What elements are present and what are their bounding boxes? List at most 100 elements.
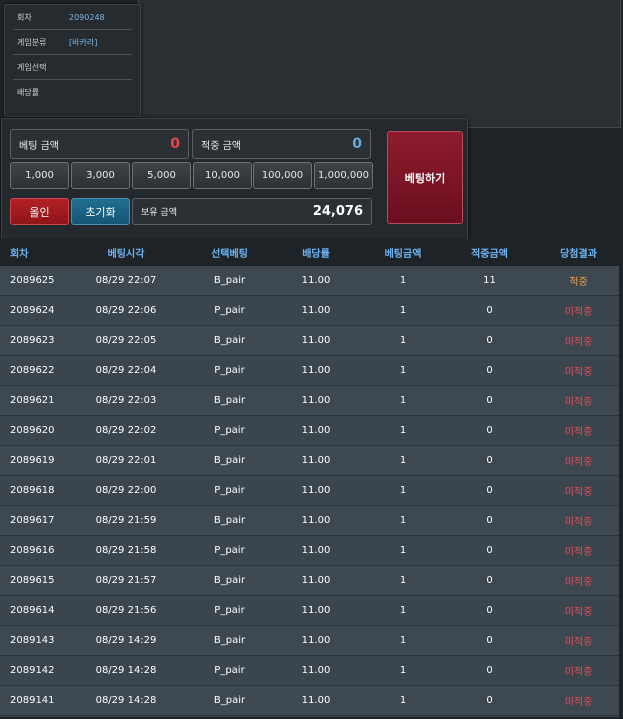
- cell-bet-amount: 1: [399, 575, 407, 586]
- bet-amount-field[interactable]: 베팅 금액 0: [10, 129, 189, 159]
- cell-bet-amount: 1: [399, 485, 407, 496]
- game-display-panel: [138, 0, 621, 128]
- balance-value: 24,076: [312, 204, 363, 219]
- cell-result: 미적중: [564, 337, 593, 348]
- cell-odds: 11.00: [301, 515, 331, 526]
- cell-round: 2089141: [10, 695, 55, 706]
- cell-win-amount: 0: [486, 545, 493, 556]
- bet-amount-value: 0: [170, 136, 180, 152]
- cell-win-amount: 0: [486, 485, 493, 496]
- cell-win-amount: 0: [486, 575, 493, 586]
- cell-round: 2089614: [10, 605, 55, 616]
- cell-round: 2089620: [10, 425, 55, 436]
- cell-result: 미적중: [564, 367, 593, 378]
- cell-win-amount: 0: [486, 425, 493, 436]
- win-amount-field: 적중 금액 0: [192, 129, 371, 159]
- cell-round: 2089143: [10, 635, 55, 646]
- cell-selection: P_pair: [214, 665, 245, 676]
- category-value: [바카라]: [69, 37, 98, 47]
- cell-bet-time: 08/29 21:58: [95, 545, 157, 556]
- cell-result: 미적중: [564, 517, 593, 528]
- table-row: 2089618 08/29 22:00 P_pair 11.00 1 0 미적중: [0, 476, 619, 506]
- chip-3000-button[interactable]: 3,000: [71, 162, 130, 189]
- cell-selection: B_pair: [213, 635, 246, 646]
- win-amount-label: 적중 금액: [201, 140, 241, 152]
- place-bet-button[interactable]: 베팅하기: [387, 131, 463, 224]
- cell-bet-amount: 1: [399, 365, 407, 376]
- chip-1000-button[interactable]: 1,000: [10, 162, 69, 189]
- cell-bet-time: 08/29 22:05: [95, 335, 157, 346]
- balance-field: 보유 금액 24,076: [132, 198, 372, 225]
- cell-bet-amount: 1: [399, 695, 407, 706]
- chip-1000000-button[interactable]: 1,000,000: [314, 162, 373, 189]
- cell-bet-time: 08/29 21:59: [95, 515, 157, 526]
- table-row: 2089623 08/29 22:05 B_pair 11.00 1 0 미적중: [0, 326, 619, 356]
- chip-10000-button[interactable]: 10,000: [193, 162, 252, 189]
- cell-bet-time: 08/29 14:28: [95, 695, 157, 706]
- header-bet-amount: 베팅금액: [384, 249, 422, 260]
- cell-selection: B_pair: [213, 395, 246, 406]
- win-amount-value: 0: [352, 136, 362, 152]
- cell-result: 미적중: [564, 637, 593, 648]
- header-round: 회차: [10, 249, 29, 260]
- chip-100000-button[interactable]: 100,000: [253, 162, 312, 189]
- cell-odds: 11.00: [301, 665, 331, 676]
- reset-button[interactable]: 초기화: [71, 198, 130, 225]
- round-value: 2090248: [69, 12, 105, 22]
- cell-bet-amount: 1: [399, 395, 407, 406]
- table-row: 2089620 08/29 22:02 P_pair 11.00 1 0 미적중: [0, 416, 619, 446]
- table-row: 2089614 08/29 21:56 P_pair 11.00 1 0 미적중: [0, 596, 619, 626]
- header-odds: 배당률: [302, 249, 330, 260]
- cell-result: 미적중: [564, 307, 593, 318]
- cell-win-amount: 0: [486, 635, 493, 646]
- cell-selection: B_pair: [213, 335, 246, 346]
- cell-bet-amount: 1: [399, 515, 407, 526]
- select-label: 게임선택: [17, 62, 47, 72]
- cell-bet-amount: 1: [399, 335, 407, 346]
- cell-round: 2089618: [10, 485, 55, 496]
- odds-label: 배당률: [17, 88, 40, 97]
- header-win-amount: 적중금액: [471, 249, 508, 260]
- table-row: 2089615 08/29 21:57 B_pair 11.00 1 0 미적중: [0, 566, 619, 596]
- balance-label: 보유 금액: [141, 208, 177, 218]
- cell-win-amount: 0: [486, 695, 493, 706]
- cell-odds: 11.00: [301, 425, 331, 436]
- cell-bet-amount: 1: [399, 305, 407, 316]
- cell-odds: 11.00: [301, 635, 331, 646]
- cell-odds: 11.00: [301, 485, 331, 496]
- cell-bet-amount: 1: [399, 605, 407, 616]
- cell-odds: 11.00: [301, 455, 331, 466]
- chip-5000-button[interactable]: 5,000: [132, 162, 191, 189]
- cell-odds: 11.00: [301, 305, 331, 316]
- cell-round: 2089617: [10, 515, 55, 526]
- cell-round: 2089621: [10, 395, 55, 406]
- table-row: 2089622 08/29 22:04 P_pair 11.00 1 0 미적중: [0, 356, 619, 386]
- game-info-card: 회차 2090248 게임분류 [바카라] 게임선택 배당률: [4, 4, 141, 117]
- category-label: 게임분류: [17, 37, 47, 47]
- cell-win-amount: 0: [486, 335, 493, 346]
- cell-round: 2089142: [10, 665, 55, 676]
- cell-bet-amount: 1: [399, 425, 407, 436]
- cell-round: 2089623: [10, 335, 55, 346]
- cell-win-amount: 0: [486, 665, 493, 676]
- cell-win-amount: 0: [486, 395, 493, 406]
- cell-odds: 11.00: [301, 365, 331, 376]
- cell-win-amount: 0: [486, 365, 493, 376]
- cell-odds: 11.00: [301, 275, 331, 286]
- cell-selection: B_pair: [213, 275, 246, 286]
- cell-bet-time: 08/29 21:57: [95, 575, 157, 586]
- cell-selection: P_pair: [214, 545, 245, 556]
- all-in-button[interactable]: 올인: [10, 198, 69, 225]
- cell-odds: 11.00: [301, 335, 331, 346]
- cell-selection: B_pair: [213, 575, 246, 586]
- cell-bet-amount: 1: [399, 455, 407, 466]
- cell-round: 2089622: [10, 365, 55, 376]
- round-label: 회차: [17, 12, 32, 22]
- cell-selection: P_pair: [214, 605, 245, 616]
- table-header: 회차 베팅시각 선택베팅 배당률 베팅금액 적중금액 당첨결과: [0, 239, 619, 266]
- cell-win-amount: 0: [486, 455, 493, 466]
- cell-odds: 11.00: [301, 695, 331, 706]
- table-row: 2089624 08/29 22:06 P_pair 11.00 1 0 미적중: [0, 296, 619, 326]
- cell-selection: B_pair: [213, 455, 246, 466]
- cell-result: 미적중: [564, 577, 593, 588]
